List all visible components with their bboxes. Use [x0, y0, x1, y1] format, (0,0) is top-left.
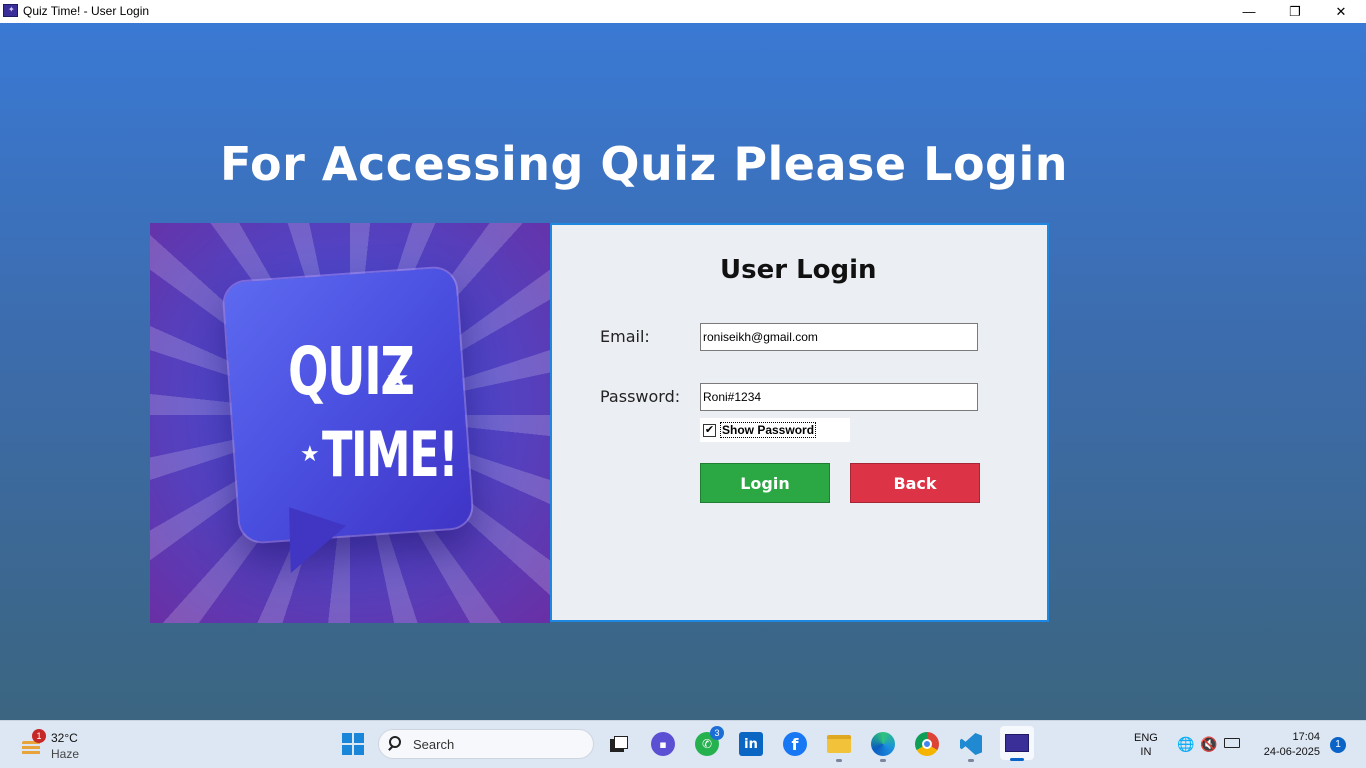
star-icon: ★	[300, 441, 320, 466]
haze-icon	[22, 741, 40, 755]
facebook-icon: f	[783, 732, 807, 756]
login-button[interactable]: Login	[700, 463, 830, 503]
app-icon	[3, 4, 18, 17]
clock-date: 24-06-2025	[1263, 746, 1320, 758]
whatsapp-app[interactable]: ✆ 3	[692, 726, 724, 759]
minimize-button[interactable]: —	[1226, 0, 1272, 23]
password-label: Password:	[600, 387, 681, 406]
windows-icon	[342, 733, 364, 755]
edge-icon	[871, 732, 895, 756]
maximize-button[interactable]: ❐	[1272, 0, 1318, 23]
clock-time: 17:04	[1292, 731, 1320, 743]
network-icon[interactable]: 🌐	[1177, 736, 1194, 753]
volume-muted-icon[interactable]: 🔇	[1200, 736, 1217, 753]
weather-widget[interactable]: 1 32°C Haze	[18, 729, 98, 763]
task-view-icon	[610, 736, 628, 752]
login-panel: User Login Email: Password: ✔ Show Passw…	[550, 223, 1049, 622]
chrome-icon	[915, 732, 939, 756]
start-button[interactable]	[338, 729, 368, 759]
main-area: For Accessing Quiz Please Login QUIZ TIM…	[0, 23, 1366, 720]
whatsapp-badge: 3	[710, 726, 724, 740]
weather-alert-badge: 1	[32, 729, 46, 743]
chrome-app[interactable]	[912, 729, 942, 759]
battery-icon[interactable]	[1224, 736, 1240, 752]
email-label: Email:	[600, 327, 650, 346]
email-field[interactable]	[700, 323, 978, 351]
vscode-icon	[960, 733, 982, 755]
video-chat-icon: ▪	[651, 732, 675, 756]
zoom-app[interactable]: ▪	[648, 729, 678, 759]
taskbar-search[interactable]: Search	[378, 729, 594, 759]
search-placeholder: Search	[413, 737, 455, 752]
show-password-toggle[interactable]: ✔ Show Password	[700, 418, 850, 442]
close-button[interactable]: ✕	[1318, 0, 1364, 23]
form-title: User Login	[720, 255, 877, 285]
linkedin-app[interactable]: in	[736, 729, 766, 759]
back-button[interactable]: Back	[850, 463, 980, 503]
file-explorer-app[interactable]	[824, 729, 854, 762]
language-indicator[interactable]: ENG IN	[1134, 731, 1158, 759]
banner-time-text: TIME!	[322, 418, 459, 491]
facebook-app[interactable]: f	[780, 729, 810, 759]
window-title: Quiz Time! - User Login	[23, 4, 150, 18]
taskbar: 1 32°C Haze Search ▪ ✆ 3 in f ENG IN 🌐 🔇…	[0, 720, 1366, 768]
vscode-app[interactable]	[956, 729, 986, 762]
quiz-time-banner: QUIZ TIME! ★ ★	[150, 223, 550, 623]
quiz-app-taskbar[interactable]	[1000, 726, 1034, 761]
language-code: ENG	[1134, 732, 1158, 744]
password-field[interactable]	[700, 383, 978, 411]
task-view-button[interactable]	[604, 729, 634, 759]
title-bar: Quiz Time! - User Login — ❐ ✕	[0, 0, 1366, 23]
edge-app[interactable]	[868, 729, 898, 762]
weather-condition: Haze	[51, 747, 80, 761]
system-clock[interactable]: 17:04 24-06-2025	[1254, 730, 1320, 760]
linkedin-icon: in	[739, 732, 763, 756]
star-icon: ★	[386, 363, 410, 393]
page-headline: For Accessing Quiz Please Login	[220, 137, 1068, 191]
show-password-label[interactable]: Show Password	[720, 422, 817, 438]
show-password-checkbox[interactable]: ✔	[703, 424, 716, 437]
quiz-app-icon	[1005, 734, 1029, 752]
weather-temperature: 32°C	[51, 731, 78, 745]
folder-icon	[827, 735, 851, 753]
search-icon	[389, 736, 401, 748]
notification-badge[interactable]: 1	[1330, 737, 1346, 753]
region-code: IN	[1140, 746, 1152, 758]
